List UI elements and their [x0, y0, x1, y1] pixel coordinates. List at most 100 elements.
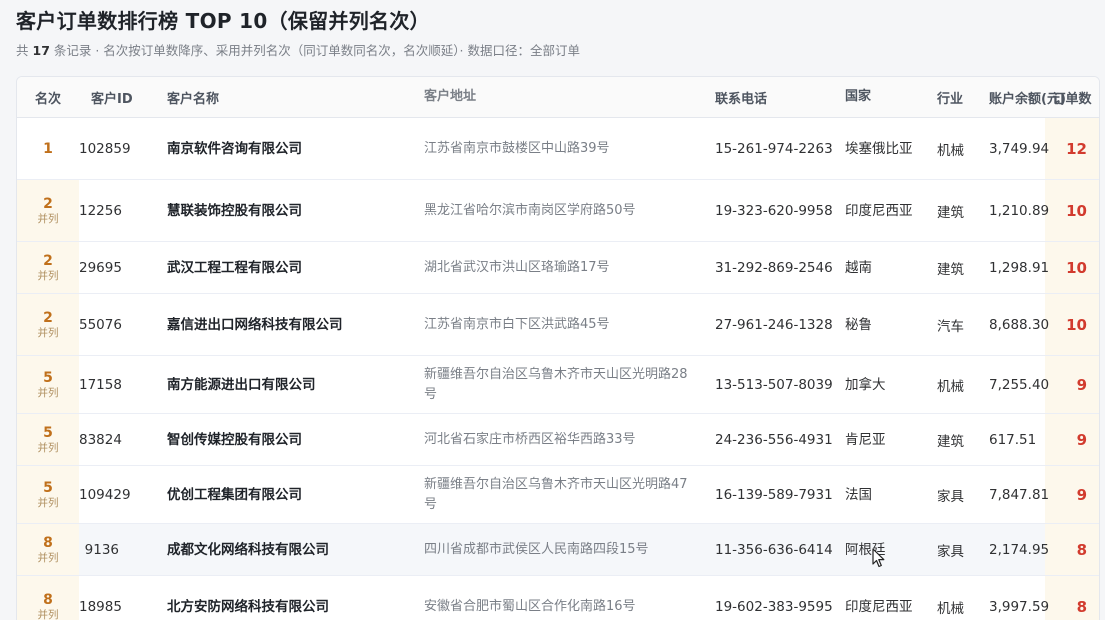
- rank-number: 5: [43, 369, 53, 386]
- country-cell: 肯尼亚: [845, 413, 937, 466]
- balance-cell: 8,688.30: [989, 293, 1049, 356]
- rank-number: 5: [43, 424, 53, 441]
- customer-id-cell: 17158: [79, 355, 141, 414]
- industry-cell: 机械: [937, 117, 989, 180]
- table-row[interactable]: 5 并列 83824 智创传媒控股有限公司 河北省石家庄市桥西区裕华西路33号 24-23…: [17, 413, 1099, 466]
- page-subtitle: 共 17 条记录 · 名次按订单数降序、采用并列名次（同订单数同名次，名次顺延）…: [16, 40, 580, 59]
- rank-cell: 5 并列: [17, 465, 79, 524]
- phone-cell: 31-292-869-2546: [705, 241, 845, 294]
- customer-name-cell: 优创工程集团有限公司: [141, 465, 414, 524]
- rank-cell: 2 并列: [17, 241, 79, 294]
- rank-cell: 5 并列: [17, 413, 79, 466]
- column-header-rank[interactable]: 名次: [17, 77, 79, 118]
- phone-cell: 27-961-246-1328: [705, 293, 845, 356]
- rank-cell: 2 并列: [17, 293, 79, 356]
- order-count-cell: 9: [1045, 465, 1099, 524]
- balance-cell: 7,255.40: [989, 355, 1049, 414]
- customer-name-cell: 嘉信进出口网络科技有限公司: [141, 293, 414, 356]
- country-cell: 埃塞俄比亚: [845, 117, 937, 180]
- table-row[interactable]: 8 并列 9136 成都文化网络科技有限公司 四川省成都市武侯区人民南路四段15号 11-…: [17, 523, 1099, 576]
- phone-cell: 19-602-383-9595: [705, 575, 845, 620]
- balance-cell: 1,210.89: [989, 179, 1049, 242]
- customer-name-cell: 北方安防网络科技有限公司: [141, 575, 414, 620]
- phone-cell: 11-356-636-6414: [705, 523, 845, 576]
- customer-address-cell: 四川省成都市武侯区人民南路四段15号: [414, 523, 705, 576]
- table-row[interactable]: 2 并列 55076 嘉信进出口网络科技有限公司 江苏省南京市白下区洪武路45号 27-9…: [17, 293, 1099, 356]
- customer-name-cell: 南京软件咨询有限公司: [141, 117, 414, 180]
- page-title: 客户订单数排行榜 TOP 10（保留并列名次）: [16, 9, 430, 33]
- column-header-phone[interactable]: 联系电话: [705, 77, 845, 118]
- rank-number: 8: [43, 591, 53, 608]
- industry-cell: 家具: [937, 465, 989, 524]
- rank-cell: 8 并列: [17, 523, 79, 576]
- customer-address-cell: 安徽省合肥市蜀山区合作化南路16号: [414, 575, 705, 620]
- customer-id-cell: 109429: [79, 465, 141, 524]
- tie-label: 并列: [37, 496, 59, 509]
- phone-cell: 15-261-974-2263: [705, 117, 845, 180]
- subtitle-suffix: 条记录 · 名次按订单数降序、采用并列名次（同订单数同名次，名次顺延）· 数据口…: [53, 43, 581, 58]
- balance-cell: 617.51: [989, 413, 1045, 466]
- customer-name-cell: 成都文化网络科技有限公司: [141, 523, 414, 576]
- balance-cell: 3,997.59: [989, 575, 1049, 620]
- customer-name-cell: 慧联装饰控股有限公司: [141, 179, 414, 242]
- balance-cell: 1,298.91: [989, 241, 1049, 294]
- table-row[interactable]: 5 并列 17158 南方能源进出口有限公司 新疆维吾尔自治区乌鲁木齐市天山区光明路28…: [17, 355, 1099, 414]
- ranking-table: 名次 客户ID 客户名称 客户地址 联系电话 国家 行业 账户余额(元) 订单数…: [17, 77, 1099, 620]
- order-count-cell: 10: [1045, 293, 1099, 356]
- customer-address-cell: 黑龙江省哈尔滨市南岗区学府路50号: [414, 179, 705, 242]
- order-count-cell: 12: [1045, 117, 1099, 180]
- column-header-country[interactable]: 国家: [845, 77, 937, 118]
- record-count: 17: [32, 43, 50, 58]
- ranking-page: 客户订单数排行榜 TOP 10（保留并列名次） 共 17 条记录 · 名次按订单…: [0, 0, 1105, 620]
- country-cell: 加拿大: [845, 355, 937, 414]
- customer-address-cell: 新疆维吾尔自治区乌鲁木齐市天山区光明路47号: [414, 465, 705, 524]
- balance-cell: 3,749.94: [989, 117, 1049, 180]
- customer-id-cell: 29695: [79, 241, 141, 294]
- column-header-industry[interactable]: 行业: [937, 77, 989, 118]
- industry-cell: 汽车: [937, 293, 989, 356]
- country-cell: 印度尼西亚: [845, 575, 937, 620]
- phone-cell: 19-323-620-9958: [705, 179, 845, 242]
- customer-name-cell: 武汉工程工程有限公司: [141, 241, 414, 294]
- customer-name-cell: 智创传媒控股有限公司: [141, 413, 414, 466]
- tie-label: 并列: [37, 608, 59, 620]
- tie-label: 并列: [37, 551, 59, 564]
- table-row[interactable]: 2 并列 12256 慧联装饰控股有限公司 黑龙江省哈尔滨市南岗区学府路50号 19-32…: [17, 179, 1099, 242]
- order-count-cell: 8: [1045, 523, 1099, 576]
- industry-cell: 建筑: [937, 179, 989, 242]
- phone-cell: 13-513-507-8039: [705, 355, 845, 414]
- column-header-balance[interactable]: 账户余额(元): [989, 77, 1066, 118]
- customer-id-cell: 9136: [79, 523, 141, 576]
- table-row[interactable]: 1 102859 南京软件咨询有限公司 江苏省南京市鼓楼区中山路39号 15-261-9…: [17, 117, 1099, 180]
- country-cell: 法国: [845, 465, 937, 524]
- customer-address-cell: 江苏省南京市白下区洪武路45号: [414, 293, 705, 356]
- column-header-name[interactable]: 客户名称: [141, 77, 414, 118]
- table-row[interactable]: 2 并列 29695 武汉工程工程有限公司 湖北省武汉市洪山区珞瑜路17号 31-292-…: [17, 241, 1099, 294]
- industry-cell: 机械: [937, 575, 989, 620]
- rank-cell: 1: [17, 117, 79, 180]
- table-row[interactable]: 8 并列 18985 北方安防网络科技有限公司 安徽省合肥市蜀山区合作化南路16号 19-…: [17, 575, 1099, 620]
- phone-cell: 16-139-589-7931: [705, 465, 845, 524]
- tie-label: 并列: [37, 212, 59, 225]
- column-header-id[interactable]: 客户ID: [79, 77, 141, 118]
- column-header-orders[interactable]: 订单数: [1045, 77, 1099, 118]
- order-count-cell: 8: [1045, 575, 1099, 620]
- table-row[interactable]: 5 并列 109429 优创工程集团有限公司 新疆维吾尔自治区乌鲁木齐市天山区光明路47…: [17, 465, 1099, 524]
- rank-number: 5: [43, 479, 53, 496]
- customer-address-cell: 江苏省南京市鼓楼区中山路39号: [414, 117, 705, 180]
- subtitle-prefix: 共: [16, 43, 29, 58]
- tie-label: 并列: [37, 326, 59, 339]
- industry-cell: 机械: [937, 355, 989, 414]
- balance-cell: 7,847.81: [989, 465, 1049, 524]
- table-header-row: 名次 客户ID 客户名称 客户地址 联系电话 国家 行业 账户余额(元) 订单数: [17, 77, 1099, 118]
- ranking-table-container[interactable]: 名次 客户ID 客户名称 客户地址 联系电话 国家 行业 账户余额(元) 订单数…: [16, 76, 1100, 620]
- column-header-address[interactable]: 客户地址: [414, 77, 705, 118]
- customer-id-cell: 55076: [79, 293, 141, 356]
- balance-cell: 2,174.95: [989, 523, 1049, 576]
- customer-address-cell: 湖北省武汉市洪山区珞瑜路17号: [414, 241, 705, 294]
- order-count-cell: 9: [1045, 413, 1099, 466]
- industry-cell: 家具: [937, 523, 989, 576]
- order-count-cell: 10: [1045, 241, 1099, 294]
- rank-cell: 5 并列: [17, 355, 79, 414]
- country-cell: 阿根廷: [845, 523, 937, 576]
